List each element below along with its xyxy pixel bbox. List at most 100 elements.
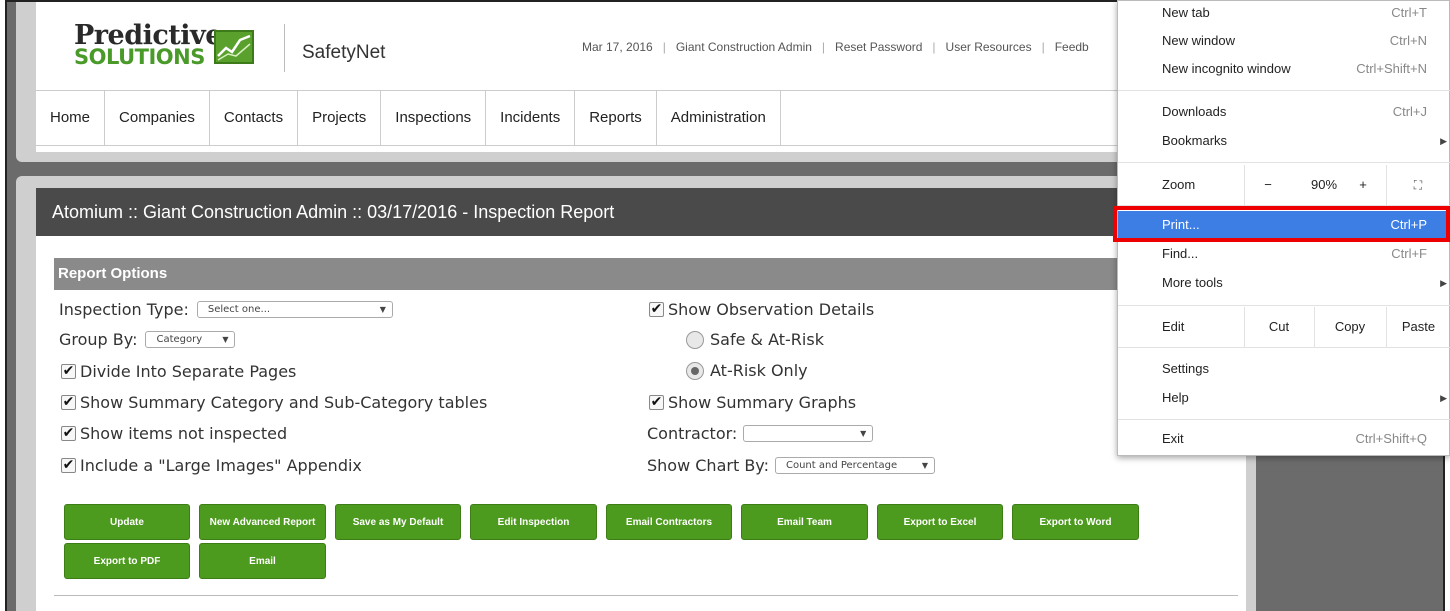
save-default-button[interactable]: Save as My Default [335, 504, 461, 540]
inspection-type-value: Select one... [207, 304, 271, 315]
header-panel: Predictive SOLUTIONS SafetyNet Mar 17, 2… [16, 2, 1256, 162]
inspection-type-label: Inspection Type: [59, 300, 189, 319]
dropdown-arrow-icon: ▼ [860, 429, 867, 438]
export-pdf-button[interactable]: Export to PDF [64, 543, 190, 579]
update-button[interactable]: Update [64, 504, 190, 540]
menu-downloads[interactable]: Downloads Ctrl+J [1118, 98, 1450, 126]
nav-companies[interactable]: Companies [105, 91, 210, 145]
summary-tables-checkbox[interactable]: ✔ [61, 395, 76, 410]
menu-bookmarks[interactable]: Bookmarks ▶ [1118, 127, 1450, 155]
menu-edit-label: Edit [1162, 319, 1185, 334]
nav-contacts[interactable]: Contacts [210, 91, 299, 145]
observation-details-option: ✔ Show Observation Details [649, 300, 874, 319]
summary-graphs-checkbox[interactable]: ✔ [649, 395, 664, 410]
menu-separator [1118, 305, 1450, 306]
safe-at-risk-label: Safe & At-Risk [710, 330, 824, 349]
nav-reports[interactable]: Reports [575, 91, 657, 145]
group-by-select[interactable]: Category ▼ [145, 331, 236, 348]
menu-incognito-label: New incognito window [1162, 61, 1291, 76]
menu-copy-button[interactable]: Copy [1314, 307, 1386, 347]
fullscreen-icon[interactable]: ⛶ [1400, 165, 1436, 205]
divide-pages-checkbox[interactable]: ✔ [61, 364, 76, 379]
large-images-option: ✔ Include a "Large Images" Appendix [61, 456, 362, 475]
menu-exit[interactable]: Exit Ctrl+Shift+Q [1118, 425, 1450, 453]
nav-administration[interactable]: Administration [657, 91, 781, 145]
feedback-link[interactable]: Feedb [1055, 40, 1089, 54]
reset-password-link[interactable]: Reset Password [835, 40, 922, 54]
submenu-arrow-icon: ▶ [1440, 136, 1447, 146]
contractor-label: Contractor: [647, 424, 738, 443]
divide-pages-option: ✔ Divide Into Separate Pages [61, 362, 296, 381]
summary-tables-label: Show Summary Category and Sub-Category t… [80, 393, 488, 412]
logo-chart-icon [214, 30, 254, 64]
menu-exit-shortcut: Ctrl+Shift+Q [1355, 431, 1427, 446]
nav-projects[interactable]: Projects [298, 91, 382, 145]
nav-home[interactable]: Home [36, 91, 106, 145]
menu-find-shortcut: Ctrl+F [1391, 246, 1427, 261]
chart-by-row: Show Chart By: Count and Percentage ▼ [647, 456, 935, 475]
menu-exit-label: Exit [1162, 431, 1184, 446]
menu-more-tools[interactable]: More tools ▶ [1118, 269, 1450, 297]
edit-inspection-button[interactable]: Edit Inspection [470, 504, 597, 540]
menu-more-tools-label: More tools [1162, 275, 1223, 290]
menu-new-window-label: New window [1162, 33, 1235, 48]
report-content: Atomium :: Giant Construction Admin :: 0… [36, 188, 1246, 611]
logo-divider [284, 24, 285, 72]
not-inspected-checkbox[interactable]: ✔ [61, 426, 76, 441]
menu-paste-button[interactable]: Paste [1386, 307, 1450, 347]
menu-zoom-row: Zoom − 90% + ⛶ [1118, 165, 1450, 205]
export-word-button[interactable]: Export to Word [1012, 504, 1139, 540]
new-advanced-report-button[interactable]: New Advanced Report [199, 504, 326, 540]
top-links: Mar 17, 2016 | Giant Construction Admin | Re… [582, 40, 1089, 54]
dropdown-arrow-icon: ▼ [921, 461, 928, 470]
app-name: SafetyNet [302, 42, 386, 63]
menu-cut-button[interactable]: Cut [1244, 307, 1314, 347]
menu-downloads-label: Downloads [1162, 104, 1227, 119]
export-excel-button[interactable]: Export to Excel [877, 504, 1003, 540]
email-contractors-button[interactable]: Email Contractors [606, 504, 732, 540]
large-images-label: Include a "Large Images" Appendix [80, 456, 362, 475]
email-team-button[interactable]: Email Team [741, 504, 868, 540]
chart-by-select[interactable]: Count and Percentage ▼ [774, 457, 935, 474]
menu-find-label: Find... [1162, 246, 1199, 261]
not-inspected-option: ✔ Show items not inspected [61, 424, 287, 443]
menu-zoom-label: Zoom [1162, 177, 1196, 192]
menu-separator [1118, 90, 1450, 91]
menu-settings[interactable]: Settings [1118, 355, 1450, 383]
zoom-divider [1244, 165, 1245, 205]
zoom-in-button[interactable]: + [1348, 165, 1378, 205]
large-images-checkbox[interactable]: ✔ [61, 458, 76, 473]
user-resources-link[interactable]: User Resources [946, 40, 1032, 54]
menu-separator [1118, 419, 1450, 420]
menu-new-tab-shortcut: Ctrl+T [1391, 5, 1427, 20]
safe-at-risk-radio[interactable] [686, 330, 704, 349]
at-risk-only-radio[interactable] [686, 361, 704, 380]
menu-help-label: Help [1162, 390, 1189, 405]
menu-bookmarks-label: Bookmarks [1162, 133, 1228, 148]
summary-graphs-label: Show Summary Graphs [668, 393, 857, 412]
report-options-header: Report Options [54, 258, 1134, 290]
menu-new-tab[interactable]: New tab Ctrl+T [1118, 0, 1450, 27]
zoom-out-button[interactable]: − [1248, 165, 1288, 205]
menu-settings-label: Settings [1162, 361, 1209, 376]
menu-new-tab-label: New tab [1162, 5, 1210, 20]
nav-inspections[interactable]: Inspections [381, 91, 487, 145]
account-link[interactable]: Giant Construction Admin [676, 40, 812, 54]
observation-details-checkbox[interactable]: ✔ [649, 302, 664, 317]
inspection-type-select[interactable]: Select one... ▼ [196, 301, 393, 318]
menu-new-window[interactable]: New window Ctrl+N [1118, 27, 1450, 55]
summary-graphs-option: ✔ Show Summary Graphs [649, 393, 856, 412]
observation-details-label: Show Observation Details [668, 300, 875, 319]
menu-incognito[interactable]: New incognito window Ctrl+Shift+N [1118, 55, 1450, 83]
print-highlight-box [1113, 206, 1450, 242]
nav-incidents[interactable]: Incidents [486, 91, 576, 145]
logo[interactable]: Predictive SOLUTIONS [74, 20, 264, 80]
group-by-label: Group By: [59, 330, 138, 349]
email-button[interactable]: Email [199, 543, 326, 579]
menu-find[interactable]: Find... Ctrl+F [1118, 240, 1450, 268]
menu-help[interactable]: Help ▶ [1118, 384, 1450, 412]
contractor-row: Contractor: ▼ [647, 424, 874, 443]
contractor-select[interactable]: ▼ [743, 425, 874, 442]
at-risk-only-option: At-Risk Only [686, 361, 808, 380]
menu-downloads-shortcut: Ctrl+J [1392, 104, 1427, 119]
